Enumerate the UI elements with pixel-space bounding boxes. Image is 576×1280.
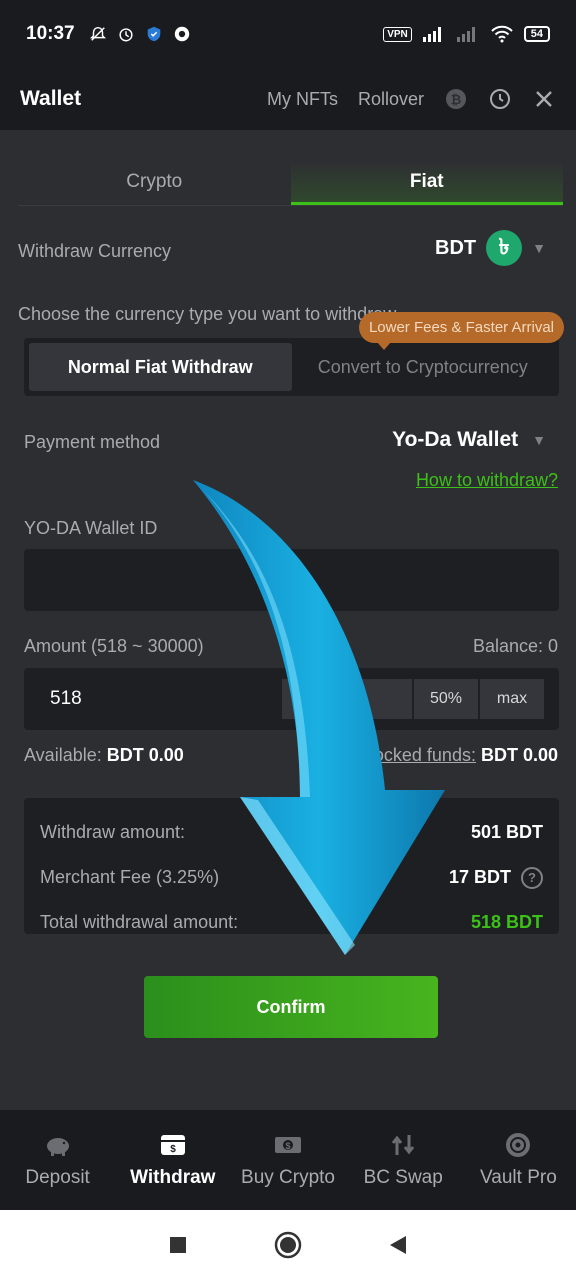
nav-rollover[interactable]: Rollover [358,89,424,110]
locked-funds: Locked funds: BDT 0.00 [364,745,558,766]
shield-icon [147,26,160,42]
battery-indicator: 54 [523,26,550,42]
bottom-nav-deposit[interactable]: Deposit [0,1110,115,1210]
wallet-id-input[interactable] [24,549,559,611]
amount-value: 518 [50,688,82,709]
system-nav-bar [0,1210,576,1280]
svg-text:$: $ [170,1144,176,1155]
withdraw-amount-label: Withdraw amount: [40,822,186,842]
bottom-nav-bc-swap[interactable]: BC Swap [346,1110,461,1210]
bottom-nav-label: BC Swap [363,1167,443,1188]
bitcoin-icon[interactable]: ₿ [444,87,468,111]
status-bar: 10:37 VPN 54 [0,0,576,68]
merchant-fee: 17 BDT ? [448,866,543,889]
home-circle-icon [274,1231,302,1259]
bottom-nav-label: Vault Pro [480,1167,557,1188]
bottom-nav-label: Deposit [25,1167,90,1188]
withdraw-icon: $ [160,1135,185,1155]
summary-row: Withdraw amount: 501 BDT [40,810,543,855]
amount-presets: 25% 50% max [281,678,545,720]
mute-bell-icon [89,26,106,41]
banknote-icon: $ [275,1137,301,1153]
tab-crypto[interactable]: Crypto [18,160,291,205]
vpn-badge: VPN [383,26,412,42]
payment-method-value: Yo-Da Wallet [392,428,519,451]
summary-row: Total withdrawal amount: 518 BDT [40,900,543,945]
svg-text:$: $ [285,1141,290,1151]
payment-method-label: Payment method [24,432,161,452]
locked-value: BDT 0.00 [480,745,558,765]
recents-button[interactable] [164,1231,192,1259]
normal-fiat-withdraw-option[interactable]: Normal Fiat Withdraw [29,343,292,391]
bottom-nav-label: Withdraw [130,1167,216,1188]
currency-type-toggle: Normal Fiat Withdraw Convert to Cryptocu… [24,338,559,396]
signal-weak-icon [456,27,475,42]
bottom-nav: Deposit $ Withdraw $ Buy Crypto BC Swap … [0,1110,576,1210]
total-withdrawal-value: 518 BDT [470,912,543,932]
app-header: Wallet My NFTs Rollover ₿ [0,68,576,130]
bottom-nav-withdraw[interactable]: $ Withdraw [115,1110,230,1210]
currency-tabs: Crypto Fiat [18,160,563,206]
balance-text: Balance: 0 [472,636,558,656]
help-icon[interactable]: ? [521,866,543,889]
chrome-icon [174,26,189,42]
vault-icon [506,1133,531,1157]
alarm-icon [119,28,133,42]
withdraw-summary: Withdraw amount: 501 BDT Merchant Fee (3… [24,798,559,934]
tab-fiat[interactable]: Fiat [290,160,563,205]
chevron-down-icon: ▼ [532,432,546,448]
available-label: Available: [24,745,102,765]
total-withdrawal-label: Total withdrawal amount: [40,912,239,932]
currency-type-prompt: Choose the currency type you want to wit… [18,304,397,324]
svg-text:₿: ₿ [451,92,462,107]
amount-label: Amount (518 ~ 30000) [24,636,204,656]
bottom-nav-buy-crypto[interactable]: $ Buy Crypto [230,1110,345,1210]
history-clock-icon[interactable] [488,87,512,111]
merchant-fee-label: Merchant Fee (3.25%) [40,867,220,887]
currency-code: BDT [435,236,477,259]
swap-icon [392,1135,415,1155]
status-time: 10:37 [26,23,75,44]
bottom-nav-vault-pro[interactable]: Vault Pro [461,1110,576,1210]
close-icon[interactable] [532,87,556,111]
wifi-icon [491,25,513,43]
back-button[interactable] [384,1231,412,1259]
withdraw-panel: Crypto Fiat Withdraw Currency BDT ৳ ▼ Ch… [0,130,576,1110]
preset-25-button[interactable]: 25% [281,678,413,720]
signal-icon [422,27,441,42]
withdraw-amount-value: 501 BDT [470,822,543,842]
available-balance: Available: BDT 0.00 [24,745,184,766]
taka-icon: ৳ [486,230,523,266]
merchant-fee-value: 17 BDT [448,867,511,887]
withdraw-currency-label: Withdraw Currency [18,241,172,261]
available-value: BDT 0.00 [106,745,184,765]
bottom-nav-label: Buy Crypto [241,1167,335,1188]
square-icon [170,1237,186,1253]
piggy-bank-icon [46,1138,69,1156]
back-triangle-icon [390,1236,406,1254]
preset-50-button[interactable]: 50% [413,678,479,720]
nav-my-nfts[interactable]: My NFTs [267,89,338,110]
page-title: Wallet [20,87,82,110]
locked-funds-link[interactable]: Locked funds: [364,745,476,765]
home-button[interactable] [274,1231,302,1259]
currency-selector[interactable]: BDT ৳ ▼ [435,230,546,266]
confirm-button[interactable]: Confirm [144,976,438,1038]
wallet-id-label: YO-DA Wallet ID [24,518,158,538]
payment-method-selector[interactable]: Yo-Da Wallet ▼ [392,428,546,452]
preset-max-button[interactable]: max [479,678,545,720]
summary-row: Merchant Fee (3.25%) 17 BDT ? [40,855,543,900]
convert-to-crypto-option[interactable]: Convert to Cryptocurrency [292,343,555,391]
chevron-down-icon: ▼ [532,240,546,256]
promo-tooltip: Lower Fees & Faster Arrival [358,312,564,350]
amount-input[interactable]: 518 25% 50% max [24,668,559,730]
how-to-withdraw-link[interactable]: How to withdraw? [416,470,558,491]
